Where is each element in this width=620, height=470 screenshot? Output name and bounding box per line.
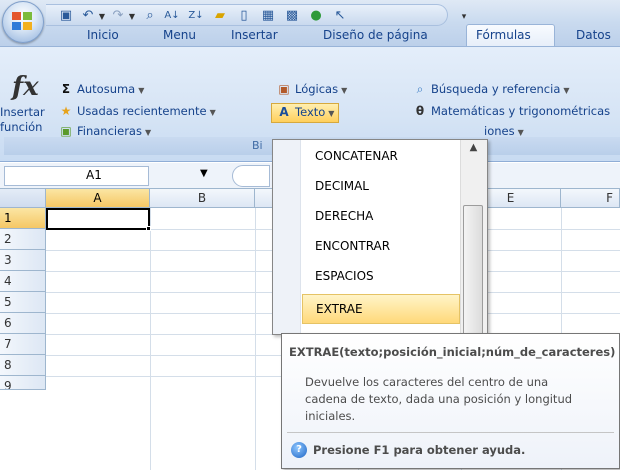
active-cell-a1[interactable] (46, 208, 150, 230)
print-preview-icon[interactable]: ⌕ (142, 9, 158, 23)
menu-item-extrae[interactable]: EXTRAE (302, 294, 460, 324)
menu-icon-strip (273, 140, 301, 334)
column-header-b[interactable]: B (150, 189, 255, 208)
grid-line (150, 208, 151, 470)
menu-item-decimal[interactable]: DECIMAL (301, 171, 460, 201)
save-icon[interactable]: ▣ (58, 9, 74, 23)
column-header-a[interactable]: A (46, 189, 150, 208)
tab-formulas[interactable]: Fórmulas (476, 28, 531, 46)
quick-access-toolbar: ▣ ↶ ▼ ↷ ▼ ⌕ A↓ Z↓ ▰ ▯ ▦ ▩ ● ↖ ▾ (46, 4, 466, 26)
chart-icon[interactable]: ▦ (260, 9, 276, 23)
name-box-value: A1 (86, 168, 102, 182)
tooltip-description-line: iniciales. (305, 409, 356, 423)
customize-qat-icon[interactable]: ▾ (460, 10, 468, 24)
office-logo-icon (12, 12, 34, 32)
picture-icon[interactable]: ▩ (284, 9, 300, 23)
help-icon: ? (291, 442, 307, 458)
star-icon: ★ (60, 104, 72, 118)
fill-handle[interactable] (146, 226, 151, 231)
row-header-6[interactable]: 6 (0, 313, 46, 334)
sort-descending-icon[interactable]: Z↓ (188, 9, 204, 23)
undo-icon[interactable]: ↶ (80, 9, 96, 23)
office-button[interactable] (2, 1, 44, 43)
tooltip-separator (287, 432, 614, 433)
fx-icon[interactable]: fx (12, 72, 39, 102)
row-header-3[interactable]: 3 (0, 250, 46, 271)
lookup-icon: ⌕ (416, 82, 424, 96)
insert-function-label-1[interactable]: Insertar (0, 105, 45, 119)
sigma-icon: Σ (61, 82, 71, 96)
row-header-4[interactable]: 4 (0, 271, 46, 292)
text-a-icon: A (279, 105, 289, 119)
usadas-recientemente-button[interactable]: ★ Usadas recientemente ▼ (58, 104, 216, 122)
pointer-icon[interactable]: ↖ (332, 9, 348, 23)
tab-insertar[interactable]: Insertar (231, 28, 278, 46)
ribbon-group-label: Bi (252, 139, 263, 152)
texto-button[interactable]: A Texto ▼ (271, 103, 340, 123)
menu-item-derecha[interactable]: DERECHA (301, 201, 460, 231)
menu-item-espacios[interactable]: ESPACIOS (301, 261, 460, 291)
sort-ascending-icon[interactable]: A↓ (164, 9, 180, 23)
menu-item-encontrar[interactable]: ENCONTRAR (301, 231, 460, 261)
tab-diseno-de-pagina[interactable]: Diseño de página (323, 28, 428, 46)
tab-datos[interactable]: Datos (576, 28, 611, 46)
row-header-5[interactable]: 5 (0, 292, 46, 313)
new-document-icon[interactable]: ▯ (236, 9, 252, 23)
tab-menu[interactable]: Menu (163, 28, 196, 46)
theta-icon: θ (415, 104, 425, 118)
name-box[interactable] (4, 166, 149, 186)
scroll-up-icon[interactable]: ▲ (462, 142, 485, 158)
redo-dropdown-icon[interactable]: ▼ (128, 10, 136, 24)
undo-dropdown-icon[interactable]: ▼ (98, 10, 106, 24)
matematicas-button[interactable]: θ Matemáticas y trigonométricas (412, 104, 610, 122)
tab-inicio[interactable]: Inicio (87, 28, 119, 46)
menu-item-concatenar[interactable]: CONCATENAR (301, 141, 460, 171)
busqueda-referencia-button[interactable]: ⌕ Búsqueda y referencia ▼ (412, 82, 570, 100)
tooltip-description-line: Devuelve los caracteres del centro de un… (305, 375, 549, 389)
open-folder-icon[interactable]: ▰ (212, 9, 228, 23)
column-header-f[interactable]: F (561, 189, 620, 208)
logic-book-icon: ▣ (278, 82, 290, 96)
row-header-7[interactable]: 7 (0, 334, 46, 355)
insert-function-label-2[interactable]: función (0, 120, 42, 134)
row-header-2[interactable]: 2 (0, 229, 46, 250)
tooltip-description-line: cadena de texto, dada una posición y lon… (305, 392, 573, 406)
name-box-dropdown-icon[interactable]: ▼ (200, 168, 208, 179)
row-header-1[interactable]: 1 (0, 208, 46, 229)
autosuma-button[interactable]: Σ Autosuma ▼ (58, 82, 145, 100)
circle-icon[interactable]: ● (308, 9, 324, 23)
tooltip-help-text: Presione F1 para obtener ayuda. (313, 443, 526, 457)
row-header-8[interactable]: 8 (0, 355, 46, 376)
tooltip-title: EXTRAE(texto;posición_inicial;núm_de_car… (289, 345, 616, 359)
select-all-corner[interactable] (0, 189, 46, 208)
redo-icon[interactable]: ↷ (110, 9, 126, 23)
logicas-button[interactable]: ▣ Lógicas ▼ (276, 82, 347, 100)
row-header-9[interactable]: 9 (0, 376, 46, 390)
grid-line (255, 208, 256, 470)
scrollbar-thumb[interactable] (463, 205, 483, 335)
formula-cancel-button[interactable] (232, 165, 270, 187)
money-book-icon: ▣ (60, 124, 72, 138)
